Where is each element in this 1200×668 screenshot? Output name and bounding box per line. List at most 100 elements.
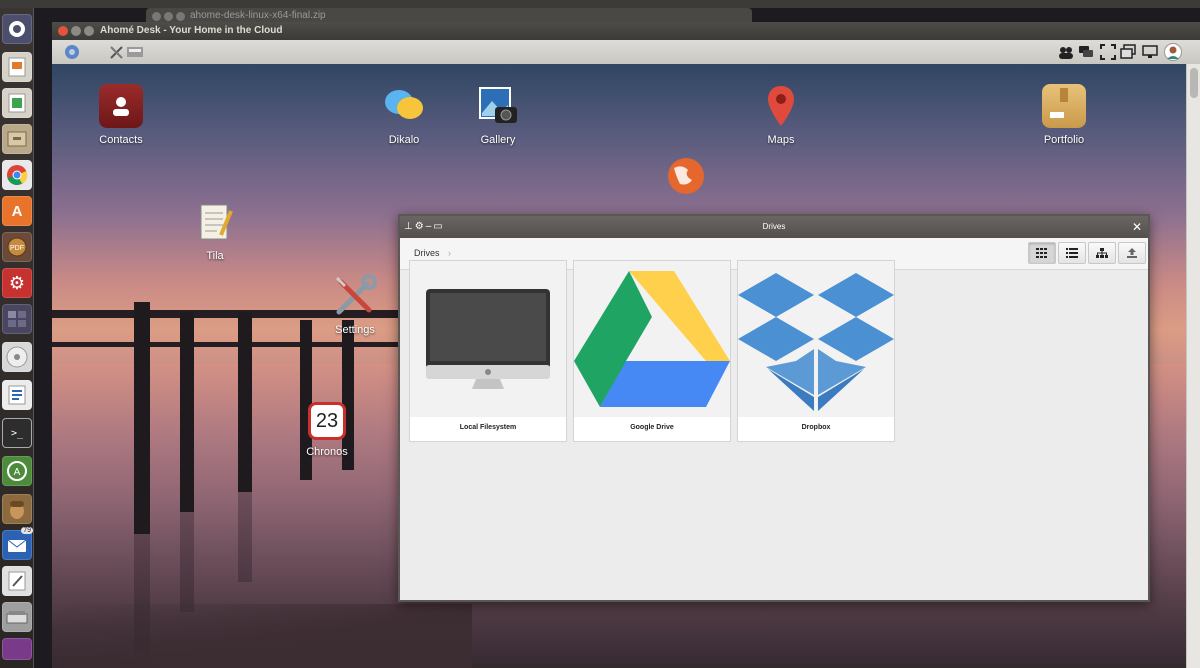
imac-icon bbox=[426, 289, 550, 389]
text-editor-icon[interactable] bbox=[2, 566, 32, 596]
svg-text:PDF: PDF bbox=[10, 245, 24, 252]
scrollbar-thumb[interactable] bbox=[1190, 68, 1198, 98]
desktop-icon-tila[interactable]: Tila bbox=[170, 200, 260, 262]
writer-icon[interactable] bbox=[2, 380, 32, 410]
desktop-icon-dikalo[interactable]: Dikalo bbox=[359, 84, 449, 146]
breadcrumb-drives[interactable]: Drives bbox=[414, 248, 440, 258]
scanner-icon[interactable] bbox=[2, 602, 32, 632]
drives-window-title: Drives bbox=[762, 222, 786, 231]
desktop-icon-label: Contacts bbox=[99, 134, 143, 146]
desktop-icon-globe[interactable] bbox=[646, 154, 726, 204]
desktop-scrollbar[interactable] bbox=[1186, 64, 1200, 668]
unread-count-badge: 79 bbox=[21, 527, 33, 534]
bg-window-title: ahome-desk-linux-x64-final.zip bbox=[190, 10, 326, 21]
google-drive-icon bbox=[574, 271, 730, 407]
software-center-icon[interactable]: A bbox=[2, 196, 32, 226]
desktop-icon-chronos[interactable]: 23 Chronos bbox=[282, 402, 372, 458]
desktop-icon-label: Settings bbox=[335, 324, 375, 336]
tree-view-button[interactable] bbox=[1088, 242, 1116, 264]
post-reflection bbox=[180, 512, 194, 612]
pier-post bbox=[134, 302, 150, 534]
close-icon[interactable]: ✕ bbox=[1132, 216, 1142, 238]
drive-card-dropbox[interactable]: Dropbox bbox=[737, 260, 895, 442]
windows-icon[interactable] bbox=[1120, 44, 1136, 65]
upload-button[interactable] bbox=[1118, 242, 1146, 264]
ahome-logo-icon[interactable] bbox=[64, 44, 80, 65]
drive-label: Local Filesystem bbox=[459, 424, 517, 431]
impress-icon[interactable] bbox=[2, 52, 32, 82]
desktop-icon-portfolio[interactable]: Portfolio bbox=[1019, 84, 1109, 146]
tools-icon[interactable] bbox=[108, 43, 126, 66]
close-window-button[interactable] bbox=[58, 26, 68, 36]
desktop-icon-label: Maps bbox=[767, 134, 795, 146]
drive-card-local[interactable]: Local Filesystem bbox=[409, 260, 567, 442]
fullscreen-icon[interactable] bbox=[1100, 44, 1116, 65]
ahome-toolbar bbox=[52, 40, 1200, 64]
desktop-icon-label: Gallery bbox=[480, 134, 516, 146]
desktop-icon-label: Dikalo bbox=[388, 134, 420, 146]
update-icon[interactable]: A bbox=[2, 456, 32, 486]
list-icon bbox=[1066, 248, 1078, 258]
desktop-icon-label: Chronos bbox=[306, 446, 348, 458]
trash-icon[interactable] bbox=[2, 638, 32, 660]
desktop-icon-gallery[interactable]: Gallery bbox=[453, 84, 543, 146]
settings-gear-icon[interactable]: ⚙ bbox=[415, 221, 426, 232]
workspace-switcher-icon[interactable] bbox=[2, 304, 32, 334]
dropbox-icon bbox=[738, 273, 894, 411]
desktop-icon-contacts[interactable]: Contacts bbox=[76, 84, 166, 146]
calc-icon[interactable] bbox=[2, 88, 32, 118]
maximize-icon[interactable]: ▭ bbox=[433, 221, 444, 232]
drives-window-controls: ⊥⚙–▭ bbox=[404, 216, 445, 238]
post-reflection bbox=[238, 492, 252, 582]
grid-view-button[interactable] bbox=[1028, 242, 1056, 264]
monitor-icon[interactable] bbox=[1142, 44, 1158, 65]
minimize-window-button[interactable] bbox=[71, 26, 81, 36]
wrench-screwdriver-icon bbox=[333, 274, 377, 318]
upload-icon bbox=[1127, 248, 1137, 258]
thunderbird-icon[interactable]: 79 bbox=[2, 527, 33, 560]
drive-icon[interactable] bbox=[126, 44, 144, 65]
chrome-icon[interactable] bbox=[2, 160, 32, 190]
contacts-icon bbox=[99, 84, 143, 128]
acorn-icon[interactable] bbox=[2, 494, 32, 524]
disc-icon[interactable] bbox=[2, 342, 32, 372]
calendar-icon: 23 bbox=[308, 402, 346, 440]
chat-icon[interactable] bbox=[1078, 44, 1094, 65]
desktop-icon-label: Tila bbox=[206, 250, 224, 262]
app-titlebar: Ahomé Desk - Your Home in the Cloud bbox=[52, 22, 1200, 40]
desktop-icon-settings[interactable]: Settings bbox=[310, 274, 400, 336]
grid-icon bbox=[1036, 248, 1047, 258]
svg-text:A: A bbox=[14, 467, 21, 478]
chat-bubbles-icon bbox=[382, 84, 426, 128]
game-icon[interactable]: PDF bbox=[2, 232, 32, 262]
beach-shore bbox=[52, 604, 472, 668]
breadcrumb-separator: › bbox=[448, 248, 452, 258]
maximize-window-button[interactable] bbox=[84, 26, 94, 36]
desktop-icon-label: Portfolio bbox=[1043, 134, 1085, 146]
gear-icon[interactable]: ⚙ bbox=[2, 268, 32, 298]
camera-photo-icon bbox=[476, 84, 520, 128]
map-pin-icon bbox=[759, 84, 803, 128]
drive-label: Google Drive bbox=[630, 424, 674, 431]
drive-label: Dropbox bbox=[801, 424, 831, 431]
app-window-title: Ahomé Desk - Your Home in the Cloud bbox=[100, 25, 283, 36]
drive-card-google-drive[interactable]: Google Drive bbox=[573, 260, 731, 442]
breadcrumb: Drives › bbox=[414, 248, 451, 258]
users-icon[interactable] bbox=[1058, 44, 1074, 65]
archive-icon[interactable] bbox=[2, 124, 32, 154]
notepad-icon bbox=[193, 200, 237, 244]
desktop-area: Contacts Dikalo Gallery Maps Portfolio T… bbox=[52, 64, 1186, 668]
sitemap-icon bbox=[1096, 248, 1108, 258]
desktop-icon-maps[interactable]: Maps bbox=[736, 84, 826, 146]
ubuntu-icon[interactable] bbox=[2, 14, 32, 44]
user-avatar[interactable] bbox=[1164, 43, 1182, 66]
ahome-desk-window: Ahomé Desk - Your Home in the Cloud Cont… bbox=[52, 22, 1200, 668]
unity-launcher: A PDF ⚙ >_ A 79 bbox=[0, 8, 34, 668]
pin-icon[interactable]: ⊥ bbox=[404, 221, 415, 232]
globe-icon bbox=[664, 154, 708, 198]
drive-thumb bbox=[410, 261, 566, 417]
list-view-button[interactable] bbox=[1058, 242, 1086, 264]
drives-titlebar: ⊥⚙–▭ Drives ✕ bbox=[400, 216, 1148, 238]
ubuntu-top-panel bbox=[0, 0, 1200, 8]
terminal-icon[interactable]: >_ bbox=[2, 418, 32, 448]
